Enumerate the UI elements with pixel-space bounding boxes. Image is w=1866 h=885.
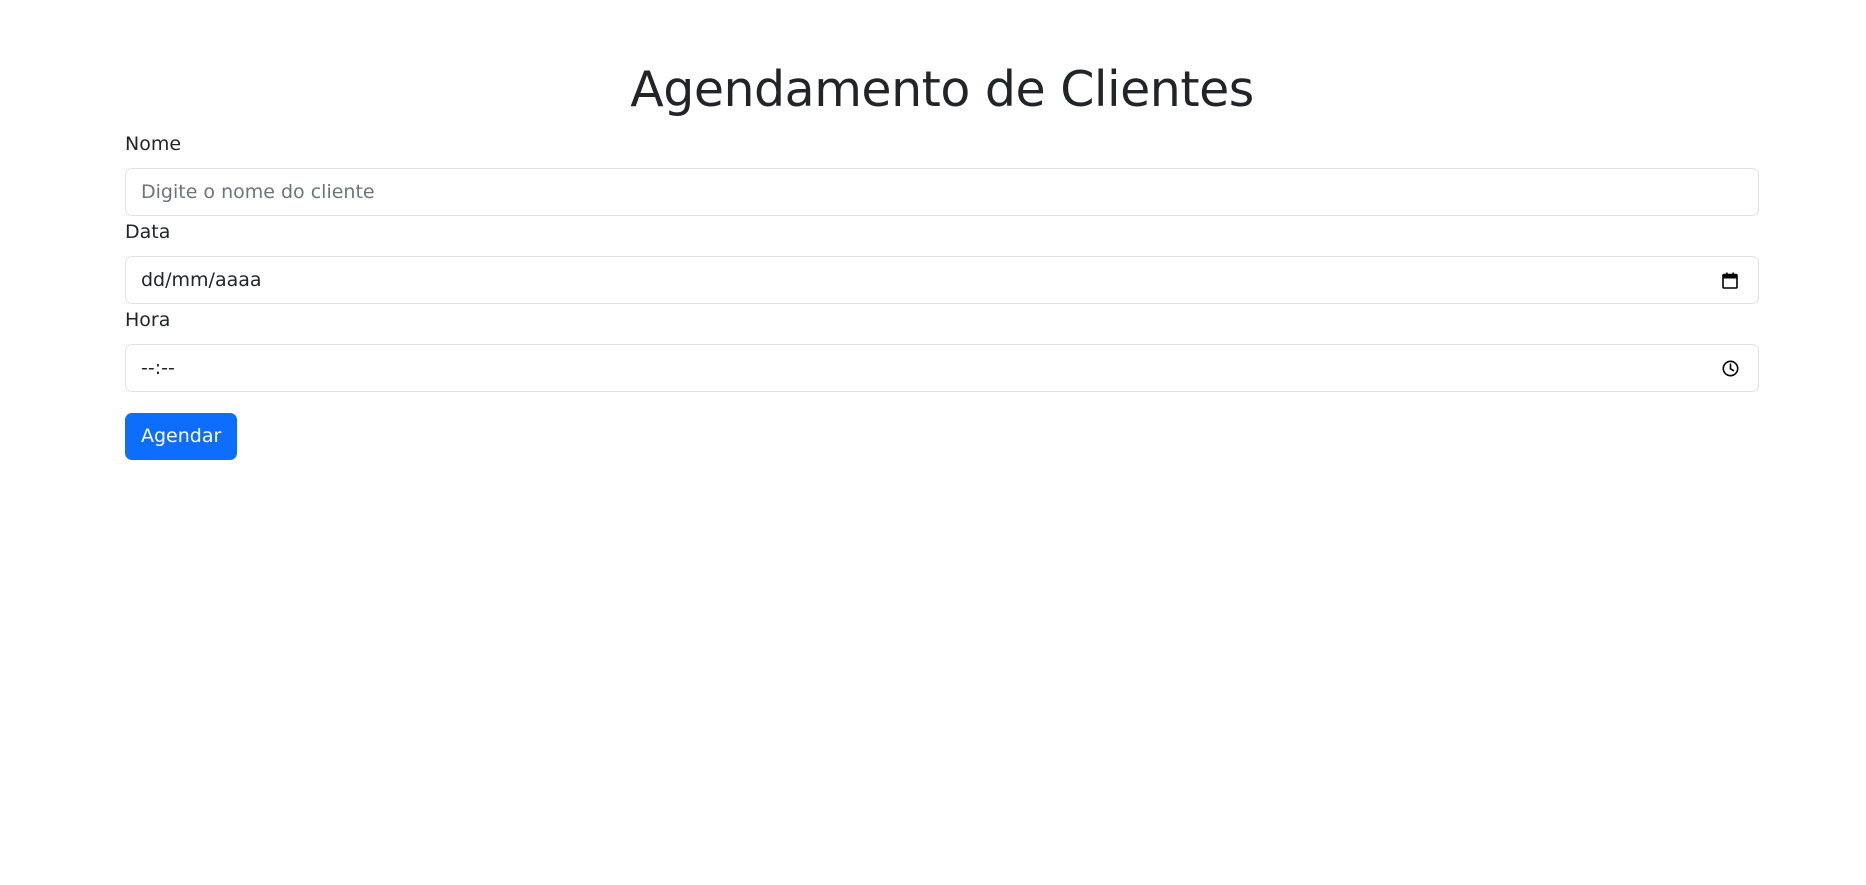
hora-input[interactable]: --:-- [125, 344, 1759, 392]
nome-input[interactable]: Digite o nome do cliente [125, 168, 1759, 216]
data-input[interactable]: dd/mm/aaaa [125, 256, 1759, 304]
hora-label: Hora [125, 309, 171, 331]
nome-placeholder: Digite o nome do cliente [141, 181, 375, 203]
agendar-button[interactable]: Agendar [125, 413, 238, 460]
data-label: Data [125, 221, 171, 243]
calendar-icon[interactable] [1720, 270, 1740, 290]
data-value: dd/mm/aaaa [141, 269, 262, 291]
clock-icon[interactable] [1720, 358, 1740, 378]
scheduling-form-container: Agendamento de Clientes Nome Digite o no… [125, 0, 1759, 460]
page-title: Agendamento de Clientes [630, 61, 1254, 118]
nome-label: Nome [125, 133, 182, 155]
hora-value: --:-- [141, 357, 175, 379]
